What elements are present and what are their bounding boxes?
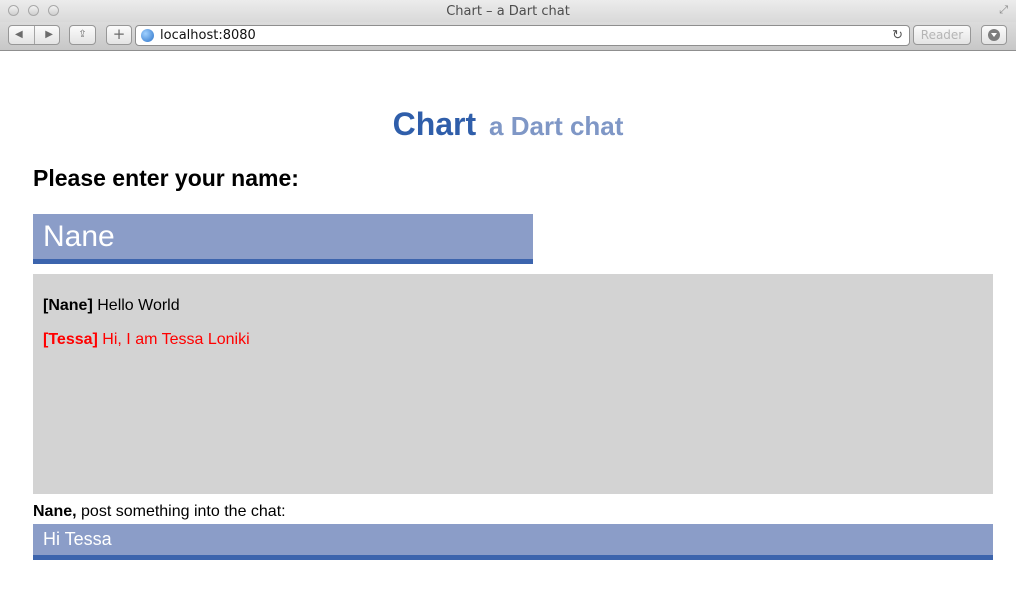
url-text[interactable]: localhost:8080 (160, 28, 256, 43)
window-titlebar: Chart – a Dart chat ⤢ (0, 0, 1016, 22)
app-name: Chart (392, 106, 477, 142)
back-icon[interactable]: ◀ (15, 26, 23, 44)
message-text: Hi, I am Tessa Loniki (102, 331, 250, 348)
name-prompt: Please enter your name: (33, 165, 299, 191)
chat-message: [Nane] Hello World (43, 296, 983, 316)
post-label-text: post something into the chat: (76, 503, 286, 520)
reload-icon[interactable]: ↻ (892, 27, 903, 43)
message-text: Hello World (97, 297, 180, 314)
name-input[interactable] (33, 214, 533, 264)
message-input[interactable] (33, 524, 993, 560)
fullscreen-icon[interactable]: ⤢ (999, 4, 1008, 17)
download-icon (988, 29, 1000, 41)
downloads-button[interactable] (981, 25, 1007, 45)
share-icon: ⇪ (78, 29, 87, 40)
share-button[interactable]: ⇪ (69, 25, 96, 45)
message-author: [Tessa] (43, 331, 98, 348)
chat-window: [Nane] Hello World [Tessa] Hi, I am Tess… (33, 274, 993, 494)
forward-icon[interactable]: ▶ (45, 26, 53, 44)
browser-toolbar: ◀ ▶ ⇪ + localhost:8080 ↻ Reader (0, 22, 1016, 51)
address-bar[interactable]: localhost:8080 ↻ (135, 25, 910, 46)
post-username: Nane, (33, 503, 77, 520)
new-tab-button[interactable]: + (106, 25, 132, 45)
window-title: Chart – a Dart chat (446, 4, 570, 19)
add-icon: + (112, 25, 126, 43)
post-label: Nane, post something into the chat: (33, 503, 286, 521)
back-forward-buttons: ◀ ▶ (8, 25, 60, 45)
page-title: Chart a Dart chat (0, 106, 1016, 143)
reader-button[interactable]: Reader (913, 25, 971, 45)
chat-message: [Tessa] Hi, I am Tessa Loniki (43, 330, 983, 350)
app-subtitle: a Dart chat (489, 111, 624, 141)
globe-icon (141, 29, 154, 42)
message-author: [Nane] (43, 297, 93, 314)
